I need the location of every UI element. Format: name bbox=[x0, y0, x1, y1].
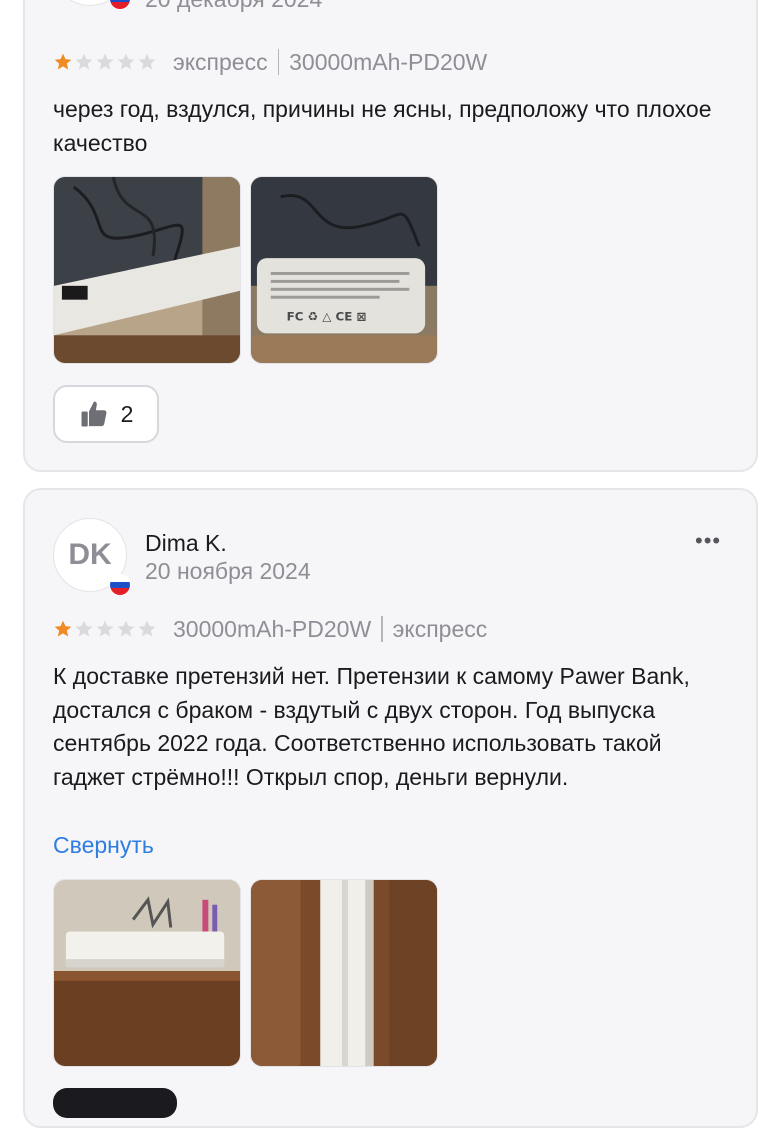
powerbank-on-desk-photo-image bbox=[54, 880, 240, 1066]
rating-row: экспресс 30000mAh-PD20W bbox=[53, 47, 487, 77]
like-button[interactable]: 2 bbox=[53, 385, 159, 443]
rating-row: 30000mAh-PD20W экспресс bbox=[53, 614, 487, 644]
powerbank-side-photo-image bbox=[251, 880, 437, 1066]
star-empty-icon bbox=[138, 53, 156, 70]
collapse-link[interactable]: Свернуть bbox=[53, 832, 154, 859]
svg-text:FC ♻ △ CE ⊠: FC ♻ △ CE ⊠ bbox=[287, 309, 367, 323]
star-empty-icon bbox=[117, 620, 135, 637]
review-photo[interactable]: FC ♻ △ CE ⊠ bbox=[250, 176, 438, 364]
variant-delivery: экспресс bbox=[392, 615, 488, 642]
star-filled-icon bbox=[54, 53, 72, 70]
star-empty-icon bbox=[75, 53, 93, 70]
variant-delivery: экспресс bbox=[173, 48, 268, 75]
review-card: DK Dima K. 20 ноября 2024 ••• 30000mAh-P… bbox=[23, 488, 758, 1128]
thumbs-up-icon bbox=[81, 401, 107, 427]
review-text: через год, вздулся, причины не ясны, пре… bbox=[53, 96, 712, 156]
powerbank-label-photo-image: FC ♻ △ CE ⊠ bbox=[251, 177, 437, 363]
star-filled-icon bbox=[54, 620, 72, 637]
divider bbox=[277, 49, 280, 75]
review-photos bbox=[53, 879, 438, 1067]
author-name[interactable]: Dima K. bbox=[145, 530, 227, 557]
action-button[interactable] bbox=[53, 1088, 177, 1118]
review-photo[interactable] bbox=[53, 879, 241, 1067]
review-card: 20 декабря 2024 экспресс 30000mAh-PD20W … bbox=[23, 0, 758, 472]
star-rating bbox=[53, 619, 157, 639]
powerbank-photo-image bbox=[54, 177, 240, 363]
review-text: К доставке претензий нет. Претензии к са… bbox=[53, 663, 690, 790]
star-rating bbox=[53, 52, 157, 72]
review-date: 20 ноября 2024 bbox=[145, 558, 311, 584]
star-empty-icon bbox=[138, 620, 156, 637]
star-empty-icon bbox=[96, 620, 114, 637]
russia-flag-icon bbox=[109, 0, 131, 10]
variant-model: 30000mAh-PD20W bbox=[173, 615, 372, 642]
variant-model: 30000mAh-PD20W bbox=[289, 48, 488, 75]
review-date: 20 декабря 2024 bbox=[145, 0, 322, 13]
like-count: 2 bbox=[120, 400, 134, 427]
star-empty-icon bbox=[117, 53, 135, 70]
review-photos: FC ♻ △ CE ⊠ bbox=[53, 176, 438, 364]
russia-flag-icon bbox=[109, 574, 131, 596]
star-empty-icon bbox=[96, 53, 114, 70]
divider bbox=[381, 616, 383, 642]
review-photo[interactable] bbox=[53, 176, 241, 364]
star-empty-icon bbox=[75, 620, 93, 637]
more-options-icon[interactable]: ••• bbox=[695, 528, 721, 554]
review-photo[interactable] bbox=[250, 879, 438, 1067]
